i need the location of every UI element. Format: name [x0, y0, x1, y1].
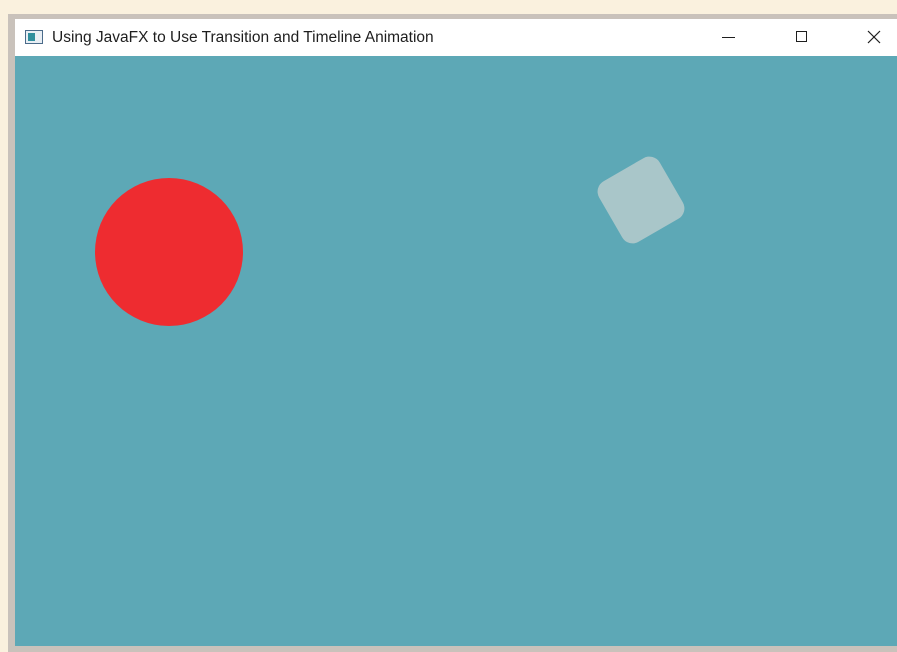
red-circle-shape [95, 178, 243, 326]
window-title: Using JavaFX to Use Transition and Timel… [52, 29, 434, 46]
app-window: Using JavaFX to Use Transition and Timel… [8, 14, 897, 652]
rotating-rounded-square-shape [593, 152, 689, 248]
app-icon [25, 30, 43, 44]
title-bar[interactable]: Using JavaFX to Use Transition and Timel… [15, 19, 897, 56]
minimize-button[interactable] [706, 19, 752, 56]
close-icon [867, 30, 881, 44]
animation-canvas [15, 56, 897, 646]
maximize-button[interactable] [779, 19, 825, 56]
close-button[interactable] [851, 19, 897, 56]
